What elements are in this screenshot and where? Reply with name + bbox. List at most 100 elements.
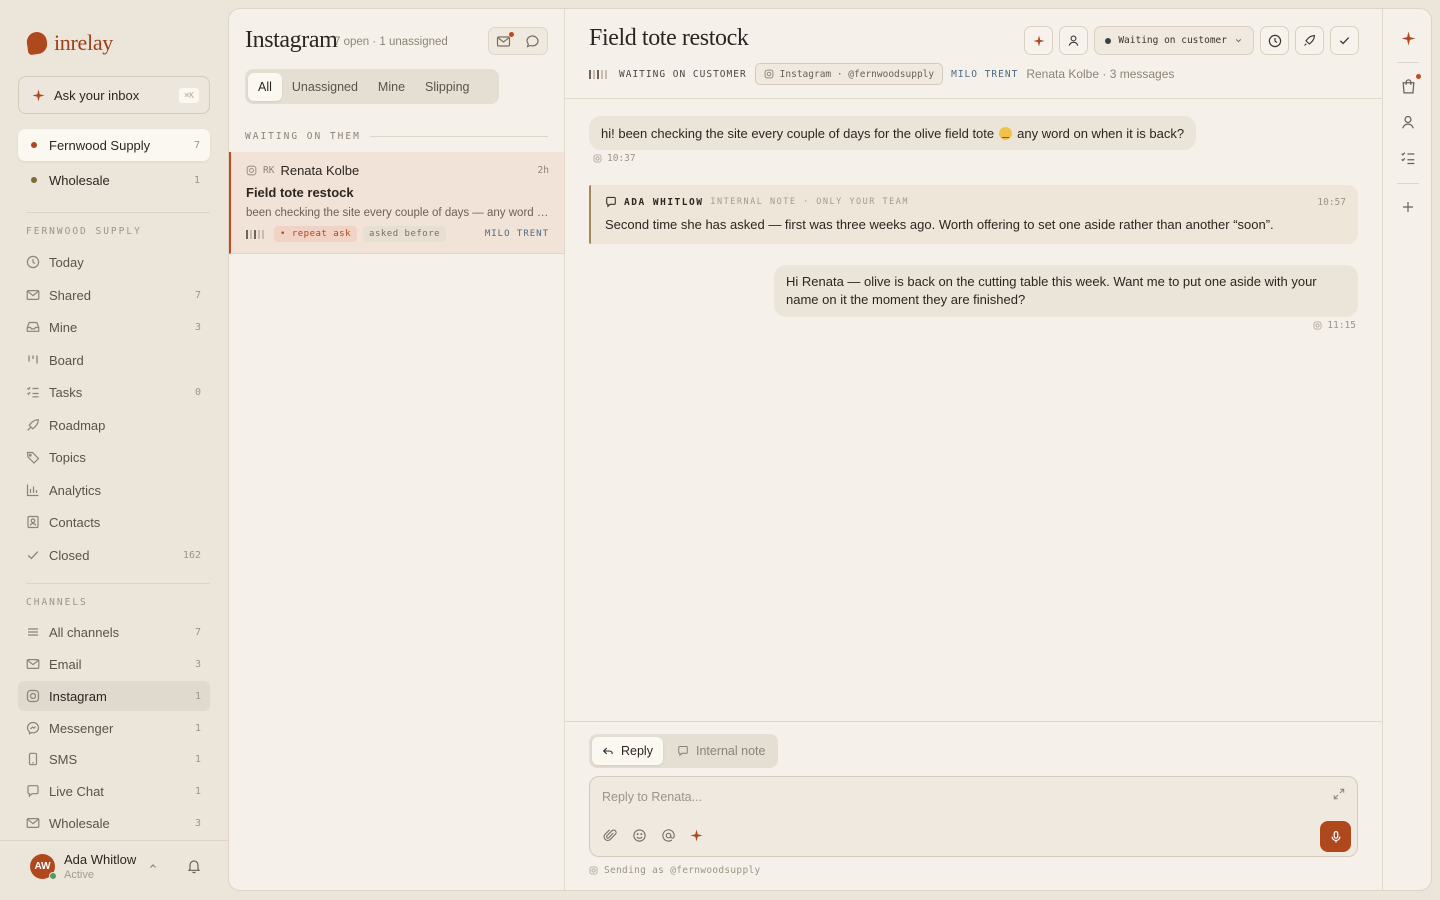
tab-internal-note[interactable]: Internal note xyxy=(667,737,776,765)
resolve-button[interactable] xyxy=(1330,26,1359,55)
message-inbound: hi! been checking the site every couple … xyxy=(589,116,1197,150)
workspace-dot xyxy=(31,142,37,148)
assign-user-button[interactable] xyxy=(1059,26,1089,55)
user-status: Active xyxy=(64,868,94,881)
instagram-icon xyxy=(1313,321,1322,330)
sidebar-item-label: Analytics xyxy=(49,482,102,498)
tasks-icon[interactable] xyxy=(1395,145,1421,171)
urgency-bars-icon xyxy=(246,229,264,239)
sidebar-item-mine[interactable]: Mine 3 xyxy=(18,312,210,342)
channel-label: Instagram xyxy=(49,688,107,704)
note-text: Second time she has asked — first was th… xyxy=(605,217,1274,232)
bell-icon[interactable] xyxy=(186,858,202,874)
channel-label: Messenger xyxy=(49,720,114,736)
new-chat-icon[interactable] xyxy=(525,34,540,49)
tab-unassigned[interactable]: Unassigned xyxy=(282,73,368,101)
conversation-preview: been checking the site every couple of d… xyxy=(246,207,551,219)
roadmap-button[interactable] xyxy=(1295,26,1324,55)
conversation-card[interactable]: RK Renata Kolbe 2h Field tote restock be… xyxy=(229,152,564,254)
rail-divider xyxy=(1397,183,1419,184)
expand-icon[interactable] xyxy=(1333,788,1345,800)
attachment-icon[interactable] xyxy=(603,828,618,843)
sidebar-divider xyxy=(26,212,210,213)
group-label-text: WAITING ON THEM xyxy=(245,131,361,142)
message-text: any word on when it is back? xyxy=(1017,125,1185,141)
tab-mine[interactable]: Mine xyxy=(368,73,415,101)
channel-label: SMS xyxy=(49,751,78,767)
sidebar-item-shared[interactable]: Shared 7 xyxy=(18,280,210,310)
composer-mode-tabs: Reply Internal note xyxy=(589,734,779,768)
sidebar-fade xyxy=(0,828,228,840)
channel-count: 3 xyxy=(194,658,201,670)
conversation-state: WAITING ON CUSTOMER xyxy=(619,68,747,80)
group-label: WAITING ON THEM xyxy=(245,131,548,142)
snooze-button[interactable] xyxy=(1260,26,1289,55)
app-logo[interactable]: inrelay xyxy=(25,30,113,56)
note-visibility-tag: INTERNAL NOTE · ONLY YOUR TEAM xyxy=(710,197,909,207)
sidebar-channel-email[interactable]: Email 3 xyxy=(18,649,210,679)
assignee-label: MILO TRENT xyxy=(484,229,549,239)
ai-sparkle-icon[interactable] xyxy=(1395,25,1421,51)
orders-bag-icon[interactable] xyxy=(1395,73,1421,99)
sidebar-item-closed[interactable]: Closed 162 xyxy=(18,540,210,570)
workspace-wholesale[interactable]: Wholesale 1 xyxy=(18,164,210,196)
workspace-fernwood-supply[interactable]: Fernwood Supply 7 xyxy=(18,129,210,161)
main-panel: Instagram 7 open · 1 unassigned All Unas… xyxy=(228,8,1432,891)
reply-icon xyxy=(602,747,613,755)
sidebar-item-label: Roadmap xyxy=(49,417,106,433)
tab-slipping[interactable]: Slipping xyxy=(415,73,479,101)
list-actions xyxy=(488,27,548,55)
sidebar-channel-sms[interactable]: SMS 1 xyxy=(18,744,210,774)
workspace-count: 1 xyxy=(193,174,200,186)
mail-icon xyxy=(26,288,40,302)
tab-reply[interactable]: Reply xyxy=(592,737,663,765)
workspace-count: 7 xyxy=(193,139,200,151)
sending-as: Sending as @fernwoodsupply xyxy=(589,865,761,876)
ai-assist-button[interactable] xyxy=(1024,26,1054,55)
status-select[interactable]: Waiting on customer xyxy=(1094,26,1254,55)
sidebar-item-label: Tasks xyxy=(49,384,83,400)
sidebar-item-analytics[interactable]: Analytics xyxy=(18,475,210,505)
compose-email-icon[interactable] xyxy=(496,31,514,49)
sidebar-item-contacts[interactable]: Contacts xyxy=(18,507,210,537)
sidebar-channel-messenger[interactable]: Messenger 1 xyxy=(18,713,210,743)
add-icon[interactable] xyxy=(1395,194,1421,220)
contact-initials: RK xyxy=(263,165,275,176)
tab-all[interactable]: All xyxy=(248,72,282,101)
customer-profile-icon[interactable] xyxy=(1395,109,1421,135)
reply-input[interactable] xyxy=(602,787,1302,807)
urgency-bars-icon xyxy=(589,69,607,79)
sidebar-channel-live-chat[interactable]: Live Chat 1 xyxy=(18,776,210,806)
list-subtitle: 7 open · 1 unassigned xyxy=(334,36,448,48)
sidebar-item-roadmap[interactable]: Roadmap xyxy=(18,410,210,440)
ask-inbox-button[interactable]: Ask your inbox ⌘K xyxy=(18,76,210,114)
instagram-icon xyxy=(26,689,40,703)
ai-sparkle-icon[interactable] xyxy=(690,829,703,842)
channel-count: 7 xyxy=(194,626,201,638)
voice-record-button[interactable] xyxy=(1320,821,1351,852)
sidebar-item-topics[interactable]: Topics xyxy=(18,442,210,472)
user-name: Ada Whitlow xyxy=(64,851,137,867)
app-name: inrelay xyxy=(54,30,113,55)
sidebar-item-board[interactable]: Board xyxy=(18,345,210,375)
sidebar-channel-instagram[interactable]: Instagram 1 xyxy=(18,681,210,711)
sidebar-item-today[interactable]: Today xyxy=(18,247,210,277)
sparkle-icon xyxy=(32,88,45,102)
tasks-icon xyxy=(26,385,40,399)
channel-count: 1 xyxy=(194,722,201,734)
note-author: ADA WHITLOW xyxy=(624,196,704,208)
message-time-text: 10:37 xyxy=(607,153,636,164)
sidebar-item-count: 0 xyxy=(194,386,201,398)
chevron-up-icon[interactable] xyxy=(148,861,158,871)
channel-chip[interactable]: Instagram · @fernwoodsupply xyxy=(754,63,944,85)
sidebar-item-count: 3 xyxy=(194,321,201,333)
emoji-icon[interactable] xyxy=(632,828,647,843)
mention-icon[interactable] xyxy=(661,828,676,843)
message-time-text: 11:15 xyxy=(1327,320,1356,331)
notification-dot xyxy=(509,31,514,37)
user-profile[interactable]: AW Ada Whitlow Active xyxy=(30,849,210,883)
sidebar-channel-all[interactable]: All channels 7 xyxy=(18,617,210,647)
sidebar-item-tasks[interactable]: Tasks 0 xyxy=(18,377,210,407)
channel-count: 1 xyxy=(194,785,201,797)
list-title: Instagram xyxy=(245,27,338,53)
